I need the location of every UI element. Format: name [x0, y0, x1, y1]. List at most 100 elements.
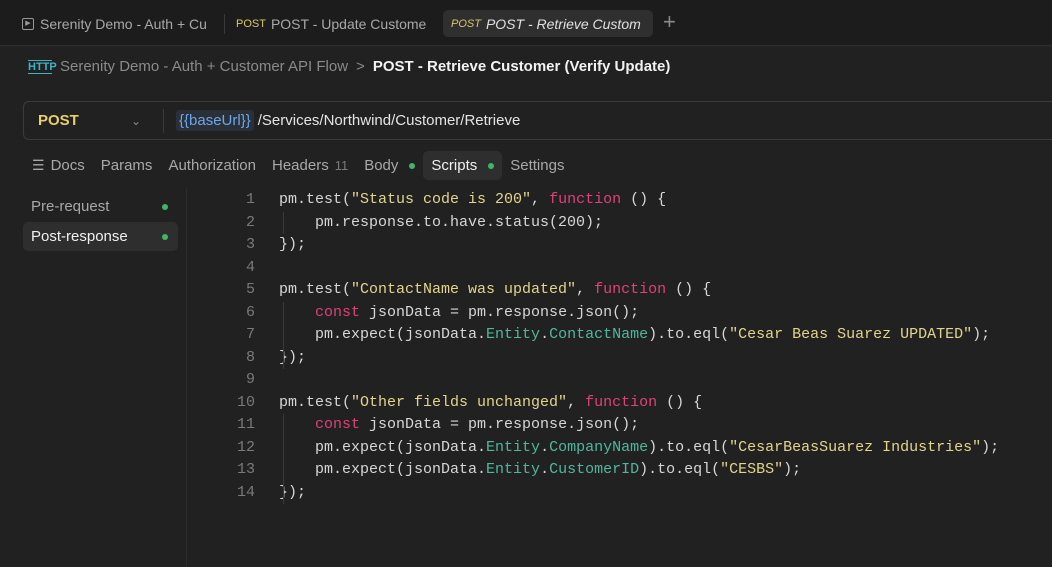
code-token: "Other fields unchanged"	[351, 393, 568, 411]
tab-params[interactable]: Params	[93, 151, 161, 180]
code-token: "CESBS"	[720, 461, 784, 478]
code-token: const	[315, 303, 361, 321]
script-tab-pre-request[interactable]: Pre-request	[23, 192, 178, 221]
code-token: pm.test(	[279, 191, 352, 208]
tab-label: Body	[364, 157, 399, 174]
breadcrumb-collection[interactable]: Serenity Demo - Auth + Customer API Flow	[60, 58, 348, 75]
code-line[interactable]: 10 pm.test("Other fields unchanged", func…	[200, 392, 999, 415]
url-path: /Services/Northwind/Customer/Retrieve	[257, 112, 521, 129]
code-line[interactable]: 9	[200, 369, 999, 392]
code-line[interactable]: 7 pm.expect(jsonData. Entity. ContactName)…	[200, 324, 999, 347]
line-number: 5	[245, 281, 255, 298]
line-number: 13	[236, 461, 255, 478]
line-number: 2	[245, 213, 255, 231]
tab-scripts[interactable]: Scripts	[423, 151, 503, 180]
code-token: );	[981, 438, 1000, 456]
tab-label: Scripts	[431, 157, 478, 174]
code-token: ).to.eql(	[648, 326, 730, 343]
code-token: "CesarBeasSuarez Industries"	[729, 438, 982, 456]
code-token: .	[540, 461, 550, 478]
code-line[interactable]: 4	[200, 257, 999, 280]
code-token: Entity	[486, 438, 541, 456]
method-value: POST	[38, 112, 79, 129]
url-bar: POST ⌄ {{baseUrl}} /Services/Northwind/C…	[23, 101, 1052, 140]
code-token: ,	[576, 281, 595, 298]
tab-settings[interactable]: Settings	[502, 151, 572, 180]
code-token: pm.test(	[279, 393, 352, 411]
indent-guide	[283, 414, 284, 504]
code-line[interactable]: 1 pm.test("Status code is 200", function …	[200, 189, 999, 212]
code-line[interactable]: 11 const jsonData = pm.response.json();	[200, 414, 999, 437]
indent-guide	[283, 301, 284, 369]
method-select[interactable]: POST ⌄	[24, 108, 164, 133]
new-tab-plus-icon[interactable]: +	[663, 9, 676, 35]
tab-body[interactable]: Body	[356, 151, 423, 180]
code-line[interactable]: 14});	[200, 482, 999, 505]
tab-docs[interactable]: ☰ Docs	[24, 151, 93, 180]
tab-headers[interactable]: Headers 11	[264, 151, 356, 180]
code-line[interactable]: 5 pm.test("ContactName was updated", func…	[200, 279, 999, 302]
tab-collection-runner[interactable]: ▶ Serenity Demo - Auth + Cu	[14, 10, 224, 37]
code-line[interactable]: 12 pm.expect(jsonData. Entity. CompanyName…	[200, 437, 999, 460]
script-tab-label: Pre-request	[31, 198, 110, 215]
url-input[interactable]: {{baseUrl}} /Services/Northwind/Customer…	[164, 110, 520, 131]
code-line[interactable]: 8});	[200, 347, 999, 370]
script-sidebar: Pre-request Post-response	[23, 192, 178, 252]
tab-label: Docs	[50, 157, 85, 174]
http-icon: HTTP	[28, 59, 57, 74]
status-dot	[409, 162, 416, 169]
tab-label: Headers	[272, 157, 329, 174]
code-token: CustomerID	[549, 461, 640, 478]
line-number: 4	[245, 258, 255, 276]
code-token: );	[783, 461, 802, 478]
request-tabs: ☰ Docs Params Authorization Headers 11 Bo…	[24, 151, 572, 180]
status-dot	[488, 162, 495, 169]
code-token: CompanyName	[549, 438, 649, 456]
headers-count: 11	[334, 158, 349, 173]
indent-guide	[283, 211, 284, 234]
tab-label: Authorization	[168, 157, 256, 174]
tab-bar: ▶ Serenity Demo - Auth + Cu POST POST - …	[0, 0, 1052, 46]
script-tab-post-response[interactable]: Post-response	[23, 222, 178, 251]
code-token: jsonData = pm.response.json();	[360, 303, 640, 321]
code-editor[interactable]: 1 pm.test("Status code is 200", function …	[200, 189, 999, 504]
tab-method: POST	[451, 17, 481, 30]
docs-lines-icon: ☰	[32, 157, 45, 173]
code-line[interactable]: 6 const jsonData = pm.response.json();	[200, 302, 999, 325]
tab-retrieve-customer[interactable]: POST POST - Retrieve Custom	[443, 10, 653, 37]
code-token: function	[585, 393, 658, 411]
tab-label: Settings	[510, 157, 565, 174]
line-number: 11	[236, 416, 255, 433]
code-token: pm.test(	[279, 281, 352, 298]
code-token: "Cesar Beas Suarez UPDATED"	[729, 326, 973, 343]
divider	[186, 188, 187, 567]
tab-divider	[224, 14, 225, 34]
code-token: .	[540, 326, 550, 343]
code-token: pm.expect(jsonData.	[279, 326, 487, 343]
code-token: pm.expect(jsonData.	[279, 438, 487, 456]
code-token: () {	[621, 191, 667, 208]
page-title[interactable]: POST - Retrieve Customer (Verify Update)	[373, 58, 671, 75]
tab-label: Params	[100, 157, 153, 174]
code-line[interactable]: 13 pm.expect(jsonData. Entity. CustomerID)…	[200, 459, 999, 482]
line-number: 12	[236, 438, 255, 456]
tab-label: POST - Retrieve Custom	[485, 15, 641, 32]
code-token: Entity	[486, 326, 541, 343]
code-line[interactable]: 2 pm.response.to.have.status(200);	[200, 212, 999, 235]
code-token: () {	[666, 281, 712, 298]
code-token: });	[279, 236, 307, 253]
url-variable[interactable]: {{baseUrl}}	[176, 110, 254, 131]
play-square-icon: ▶	[22, 17, 34, 30]
line-number: 10	[236, 393, 255, 411]
tab-update-customer[interactable]: POST POST - Update Custome	[228, 10, 434, 37]
tab-label: POST - Update Custome	[270, 15, 427, 32]
code-token: function	[549, 191, 622, 208]
breadcrumb: HTTP Serenity Demo - Auth + Customer API…	[28, 58, 670, 75]
script-tab-label: Post-response	[31, 228, 128, 245]
code-token: pm.response.to.have.status(200);	[279, 213, 604, 231]
line-number: 7	[245, 326, 255, 343]
tab-authorization[interactable]: Authorization	[160, 151, 264, 180]
code-line[interactable]: 3});	[200, 234, 999, 257]
